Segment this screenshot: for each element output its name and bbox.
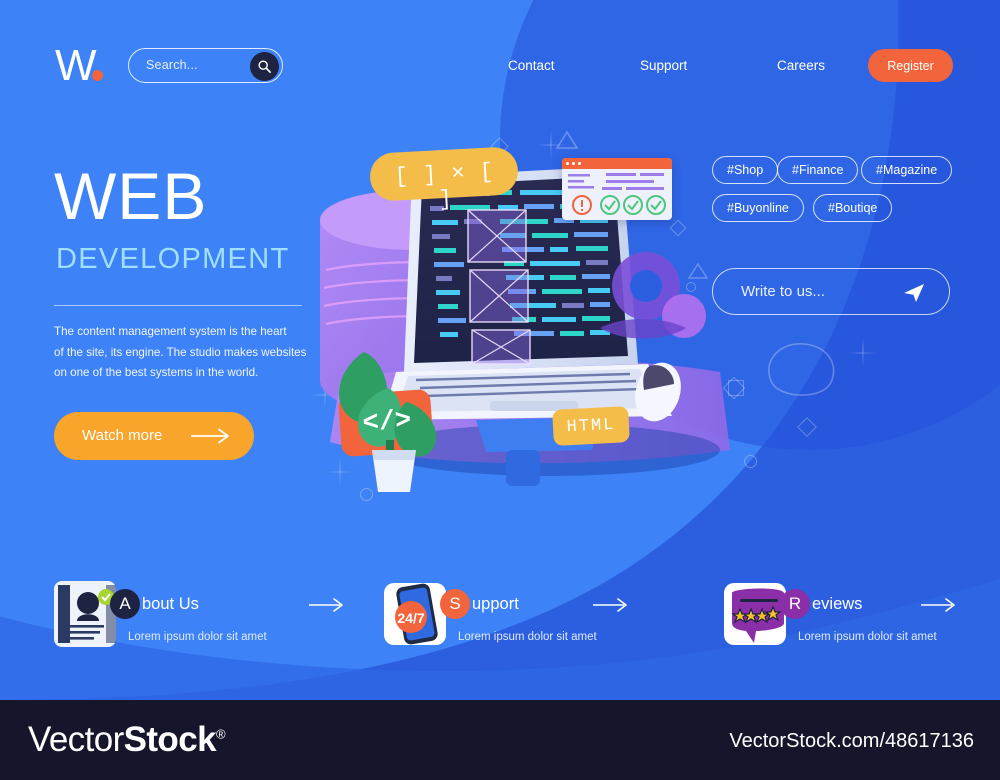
nav-item-careers[interactable]: Careers — [777, 58, 825, 73]
feature-title: bout Us — [142, 595, 199, 613]
registered-mark: ® — [215, 726, 226, 742]
vectorstock-url: VectorStock.com/48617136 — [729, 730, 974, 752]
write-to-us-placeholder: Write to us... — [741, 283, 825, 300]
tag-label: #Magazine — [876, 163, 938, 177]
feature-initial: R — [788, 594, 802, 613]
watch-more-label: Watch more — [82, 427, 163, 444]
tag-label: #Shop — [727, 163, 764, 177]
watermark-footer: VectorStock® VectorStock.com/48617136 — [0, 700, 1000, 780]
code-badge-label: </> — [361, 406, 413, 440]
brand-logo-text: W — [55, 41, 97, 90]
send-icon[interactable] — [903, 283, 925, 303]
page-subtitle: DEVELOPMENT — [56, 243, 290, 275]
nav-label: Contact — [508, 58, 555, 73]
wireframe-overlay-graphic — [467, 209, 531, 365]
arrow-right-icon[interactable] — [920, 597, 958, 613]
feature-card-support[interactable]: 24/7 S upport Lorem ipsum dolor sit amet — [380, 575, 660, 665]
feature-initial: S — [449, 594, 461, 613]
feature-card-reviews[interactable]: R eviews Lorem ipsum dolor sit amet — [720, 575, 990, 665]
page-title: WEB — [54, 159, 208, 233]
tag-label: #Boutiqe — [828, 201, 878, 215]
search-icon — [258, 59, 271, 73]
feature-subtitle: Lorem ipsum dolor sit amet — [128, 631, 267, 643]
svg-text:24/7: 24/7 — [397, 610, 424, 626]
hero-paragraph-line: of the site, its engine. The studio make… — [54, 345, 307, 359]
write-to-us-input[interactable]: Write to us... — [712, 268, 950, 315]
brackets-badge-label: [ ] × [ ] — [394, 159, 495, 213]
hero-paragraph-line: The content management system is the hea… — [54, 325, 287, 338]
nav-item-support[interactable]: Support — [640, 58, 687, 73]
landing-page-screenshot: W Search... Contact Support Careers Regi… — [0, 0, 1000, 780]
nav-label: Careers — [777, 58, 826, 73]
search-button[interactable] — [250, 51, 279, 81]
hero-paragraph: The content management system is the hea… — [54, 322, 324, 384]
tag-magazine[interactable]: #Magazine — [861, 156, 953, 184]
register-label: Register — [887, 58, 934, 73]
browser-window-graphic — [562, 158, 672, 220]
tag-label: #Buyonline — [727, 201, 789, 215]
site-header: W Search... Contact Support Careers Regi… — [0, 0, 1000, 130]
nav-label: Support — [640, 58, 688, 73]
hero-section: W Search... Contact Support Careers Regi… — [0, 0, 1000, 700]
feature-initial: A — [119, 594, 131, 613]
arrow-right-icon[interactable] — [592, 597, 630, 613]
feature-card-about-us[interactable]: A bout Us Lorem ipsum dolor sit amet — [50, 575, 343, 665]
search-placeholder: Search... — [146, 58, 198, 72]
hero-paragraph-line: on one of the best systems in the world. — [54, 366, 259, 379]
tag-label: #Finance — [792, 163, 844, 177]
feature-subtitle: Lorem ipsum dolor sit amet — [458, 631, 597, 643]
tag-boutiqe[interactable]: #Boutiqe — [813, 194, 893, 222]
arrow-right-icon[interactable] — [308, 597, 346, 613]
browser-titlebar — [562, 158, 672, 169]
feature-initial-badge: A — [110, 589, 140, 619]
html-badge: HTML — [552, 406, 630, 446]
feature-initial-badge: R — [780, 589, 810, 619]
browser-content-graphic — [568, 173, 666, 215]
arrow-right-icon — [191, 428, 229, 444]
tag-finance[interactable]: #Finance — [777, 156, 859, 184]
vectorstock-wordmark: VectorStock® — [28, 720, 226, 760]
wordmark-light: Vector — [28, 720, 124, 759]
brand-logo[interactable]: W — [55, 41, 97, 90]
web-development-illustration: [ ] × [ ] </> HTML — [300, 120, 730, 520]
html-badge-label: HTML — [566, 415, 616, 437]
feature-initial-badge: S — [440, 589, 470, 619]
watch-more-button[interactable]: Watch more — [54, 412, 254, 460]
feature-title: upport — [472, 595, 519, 613]
brand-logo-dot-icon — [92, 70, 103, 81]
register-button[interactable]: Register — [868, 49, 953, 82]
nav-item-contact[interactable]: Contact — [508, 58, 555, 73]
search-input[interactable]: Search... — [128, 48, 283, 83]
feature-title: eviews — [812, 595, 863, 613]
feature-subtitle: Lorem ipsum dolor sit amet — [798, 631, 937, 643]
wordmark-bold: Stock — [123, 720, 217, 759]
divider — [54, 305, 302, 307]
